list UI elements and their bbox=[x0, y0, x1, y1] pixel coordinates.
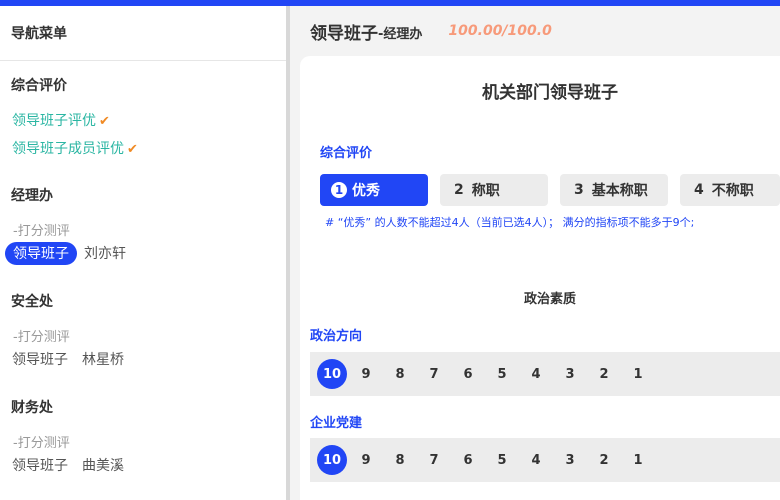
grade-number: 4 bbox=[694, 182, 704, 198]
section-sub-scoring: -打分测评 bbox=[13, 436, 70, 451]
score-option-3[interactable]: 3 bbox=[555, 438, 585, 482]
item-label-political-direction: 政治方向 bbox=[310, 329, 363, 344]
page-subtitle: -经理办 bbox=[378, 27, 423, 42]
sidebar-link-team-eval[interactable]: 领导班子评优 ✔ bbox=[12, 110, 110, 130]
section-title-safety: 安全处 bbox=[11, 294, 53, 310]
sidebar-item-team[interactable]: 领导班子 bbox=[5, 348, 75, 371]
score-option-2[interactable]: 2 bbox=[589, 438, 619, 482]
sidebar-item-team-active[interactable]: 领导班子 bbox=[5, 241, 77, 265]
grade-button-competent[interactable]: 2 称职 bbox=[440, 174, 548, 206]
grade-button-incompetent[interactable]: 4 不称职 bbox=[680, 174, 780, 206]
sidebar-header: 导航菜单 bbox=[0, 6, 286, 61]
selection-note: # “优秀” 的人数不能超过4人（当前已选4人）； 满分的指标项不能多于9个; bbox=[325, 216, 695, 229]
score-option-10[interactable]: 10 bbox=[317, 438, 347, 482]
score-option-1[interactable]: 1 bbox=[623, 438, 653, 482]
sidebar-row-finance: 领导班子 曲美溪 bbox=[5, 453, 131, 477]
score-option-6[interactable]: 6 bbox=[453, 352, 483, 396]
evaluation-card: 机关部门领导班子 综合评价 1 优秀 2 称职 3 基本称职 4 不称职 # “… bbox=[300, 56, 780, 500]
section-title-finance: 财务处 bbox=[11, 400, 53, 416]
section-sub-scoring: -打分测评 bbox=[13, 224, 70, 239]
number-one-icon: 1 bbox=[331, 182, 347, 198]
score-option-9[interactable]: 9 bbox=[351, 438, 381, 482]
total-score: 100.00/100.0 bbox=[448, 23, 552, 39]
sidebar-link-label: 领导班子评优 bbox=[12, 113, 96, 129]
sidebar: 导航菜单 综合评价 领导班子评优 ✔ 领导班子成员评优 ✔ 经理办 -打分测评 领导… bbox=[0, 6, 286, 500]
sidebar-item-member[interactable]: 林星桥 bbox=[75, 348, 131, 371]
score-option-8[interactable]: 8 bbox=[385, 438, 415, 482]
page-title: 领导班子 bbox=[310, 23, 378, 44]
grade-label: 不称职 bbox=[711, 183, 754, 199]
score-option-7[interactable]: 7 bbox=[419, 352, 449, 396]
score-row-political-direction: 10 9 8 7 6 5 4 3 2 1 bbox=[310, 352, 780, 396]
score-value-selected: 10 bbox=[317, 445, 347, 475]
grade-number: 2 bbox=[454, 182, 464, 198]
sidebar-scrollbar[interactable] bbox=[286, 6, 290, 500]
score-value-selected: 10 bbox=[317, 359, 347, 389]
sidebar-item-member[interactable]: 刘亦轩 bbox=[77, 242, 133, 265]
score-option-9[interactable]: 9 bbox=[351, 352, 381, 396]
score-option-4[interactable]: 4 bbox=[521, 438, 551, 482]
sidebar-item-team[interactable]: 领导班子 bbox=[5, 454, 75, 477]
check-icon: ✔ bbox=[127, 142, 138, 157]
sidebar-row-manager-office: 领导班子 刘亦轩 bbox=[5, 241, 133, 265]
grade-label: 优秀 bbox=[352, 183, 380, 199]
sidebar-link-label: 领导班子成员评优 bbox=[12, 141, 124, 157]
item-label-party-building: 企业党建 bbox=[310, 416, 363, 431]
section-label-overall: 综合评价 bbox=[320, 146, 373, 161]
score-option-8[interactable]: 8 bbox=[385, 352, 415, 396]
score-option-7[interactable]: 7 bbox=[419, 438, 449, 482]
sidebar-item-member[interactable]: 曲美溪 bbox=[75, 454, 131, 477]
score-option-2[interactable]: 2 bbox=[589, 352, 619, 396]
score-option-3[interactable]: 3 bbox=[555, 352, 585, 396]
page-header: 领导班子 -经理办 100.00/100.0 bbox=[290, 6, 780, 56]
score-option-5[interactable]: 5 bbox=[487, 352, 517, 396]
sidebar-row-safety: 领导班子 林星桥 bbox=[5, 347, 131, 371]
group-title: 政治素质 bbox=[523, 292, 576, 307]
sidebar-link-member-eval[interactable]: 领导班子成员评优 ✔ bbox=[12, 138, 138, 158]
score-option-6[interactable]: 6 bbox=[453, 438, 483, 482]
score-option-4[interactable]: 4 bbox=[521, 352, 551, 396]
section-sub-scoring: -打分测评 bbox=[13, 330, 70, 345]
card-title: 机关部门领导班子 bbox=[482, 83, 618, 103]
grade-label: 基本称职 bbox=[591, 183, 648, 199]
grade-label: 称职 bbox=[471, 183, 500, 199]
check-icon: ✔ bbox=[99, 114, 110, 129]
score-option-10[interactable]: 10 bbox=[317, 352, 347, 396]
section-title-overall: 综合评价 bbox=[11, 78, 67, 94]
grade-button-excellent[interactable]: 1 优秀 bbox=[320, 174, 428, 206]
section-title-manager-office: 经理办 bbox=[11, 188, 53, 204]
grade-number: 3 bbox=[574, 182, 584, 198]
score-row-party-building: 10 9 8 7 6 5 4 3 2 1 bbox=[310, 438, 780, 482]
score-option-5[interactable]: 5 bbox=[487, 438, 517, 482]
score-option-1[interactable]: 1 bbox=[623, 352, 653, 396]
grade-button-basic[interactable]: 3 基本称职 bbox=[560, 174, 668, 206]
